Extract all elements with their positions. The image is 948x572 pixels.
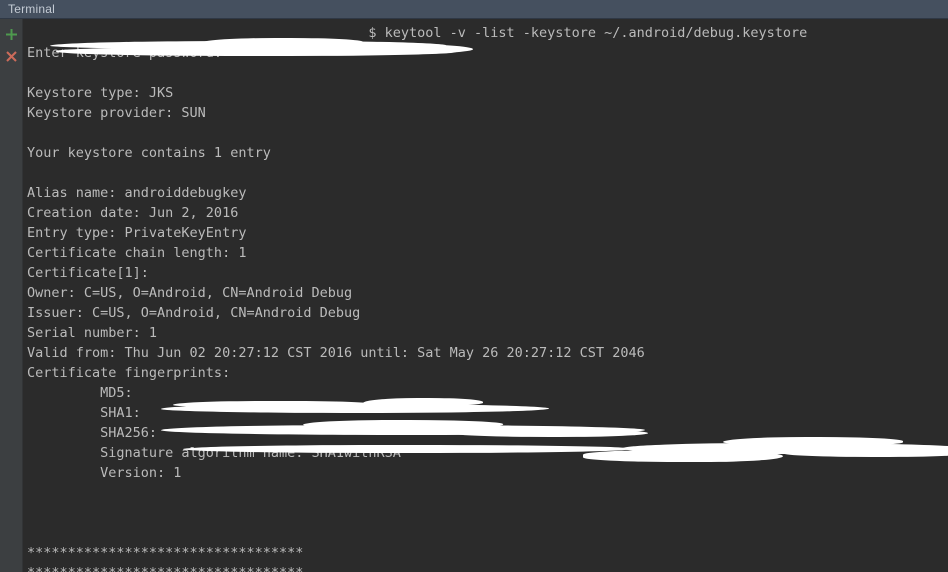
output-line: Keystore provider: SUN bbox=[27, 105, 206, 121]
output-line: Serial number: 1 bbox=[27, 325, 158, 341]
window-title: Terminal bbox=[8, 1, 55, 16]
fingerprint-sha256-line: SHA256: bbox=[27, 425, 166, 441]
titlebar: Terminal bbox=[0, 0, 948, 19]
output-line: Owner: C=US, O=Android, CN=Android Debug bbox=[27, 285, 353, 301]
terminal-body: $ keytool -v -list -keystore ~/.android/… bbox=[0, 19, 948, 572]
output-line: Creation date: Jun 2, 2016 bbox=[27, 205, 239, 221]
output-line: Certificate fingerprints: bbox=[27, 365, 231, 381]
terminal-window: Terminal $ keytool -v -list -keystore ~/… bbox=[0, 0, 948, 572]
terminal-gutter bbox=[0, 19, 23, 572]
output-line: Issuer: C=US, O=Android, CN=Android Debu… bbox=[27, 305, 361, 321]
command-text: $ keytool -v -list -keystore ~/.android/… bbox=[368, 25, 808, 41]
add-tab-button[interactable] bbox=[2, 25, 21, 44]
separator-line: ********************************** bbox=[27, 563, 948, 572]
output-line: Certificate chain length: 1 bbox=[27, 245, 247, 261]
version-line: Version: 1 bbox=[27, 465, 182, 481]
output-line: Keystore type: JKS bbox=[27, 85, 174, 101]
close-icon bbox=[5, 50, 18, 63]
output-line: Entry type: PrivateKeyEntry bbox=[27, 225, 247, 241]
shell-prompt-redacted bbox=[27, 25, 368, 41]
output-line: Alias name: androiddebugkey bbox=[27, 185, 247, 201]
fingerprint-sha1-line: SHA1: bbox=[27, 405, 149, 421]
command-line: $ keytool -v -list -keystore ~/.android/… bbox=[27, 23, 948, 43]
close-tab-button[interactable] bbox=[2, 47, 21, 66]
plus-icon bbox=[5, 28, 18, 41]
fingerprint-md5-line: MD5: bbox=[27, 385, 149, 401]
output-line: Your keystore contains 1 entry bbox=[27, 145, 271, 161]
output-line: Valid from: Thu Jun 02 20:27:12 CST 2016… bbox=[27, 345, 645, 361]
signature-algorithm-line: Signature algorithm name: SHA1withRSA bbox=[27, 445, 401, 461]
console-output[interactable]: $ keytool -v -list -keystore ~/.android/… bbox=[23, 19, 948, 572]
output-line: Certificate[1]: bbox=[27, 265, 149, 281]
separator-line: ********************************** bbox=[27, 545, 304, 561]
output-line: Enter keystore password: bbox=[27, 45, 223, 61]
